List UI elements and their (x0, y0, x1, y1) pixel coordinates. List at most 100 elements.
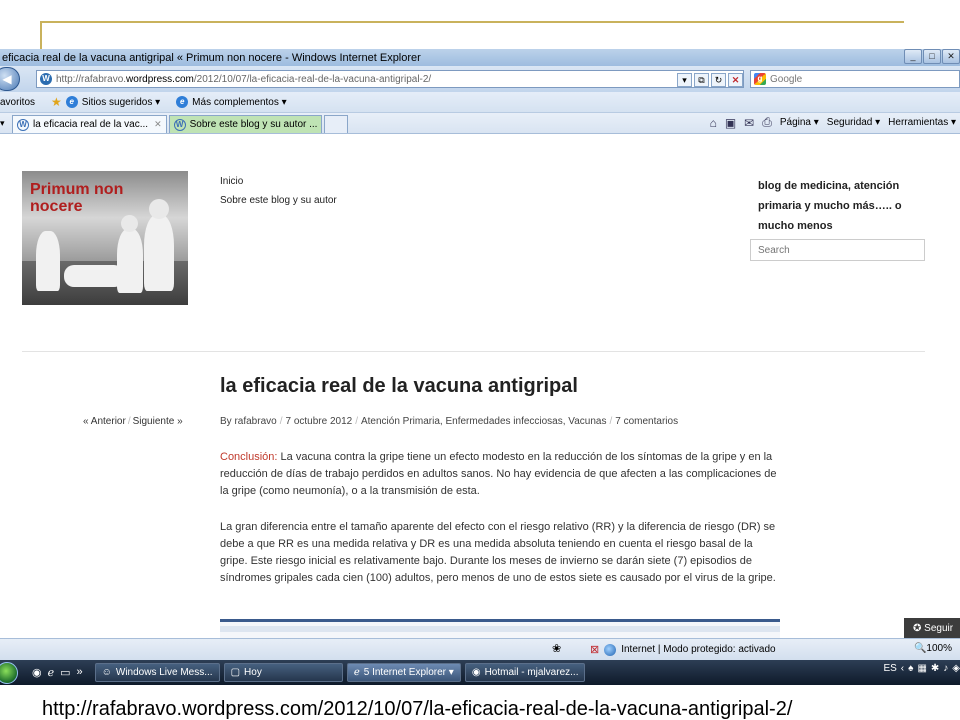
stop-icon[interactable]: ✕ (728, 73, 743, 87)
chrome-icon: ◉ (471, 667, 481, 678)
next-post-link[interactable]: Siguiente » (133, 416, 183, 427)
figure-nurse (144, 215, 174, 291)
new-tab-button[interactable] (324, 115, 349, 133)
window-title: eficacia real de la vacuna antigripal « … (2, 51, 421, 64)
favorites-label[interactable]: avoritos (0, 97, 35, 108)
chrome-icon[interactable]: ◉ (32, 666, 42, 679)
close-window-button[interactable]: ✕ (942, 49, 960, 64)
taskbar-messenger[interactable]: ☺ Windows Live Mess... (94, 663, 220, 682)
zoom-level[interactable]: 🔍100% (914, 643, 952, 654)
previous-post-link[interactable]: « Anterior (83, 416, 126, 427)
taskbar-internet-explorer[interactable]: ℯ5 Internet Explorer ▾ (346, 663, 461, 682)
tray-app-icon[interactable]: ♠ (908, 663, 913, 674)
blocked-icon: ⊠ (590, 644, 600, 656)
nav-inicio[interactable]: Inicio (220, 176, 243, 187)
minimize-button[interactable]: _ (904, 49, 922, 64)
quick-launch: ◉ ℯ ▭ » (32, 666, 83, 679)
decorative-line-top (40, 21, 904, 23)
post-paragraph-1: Conclusión: La vacuna contra la gripe ti… (220, 449, 780, 500)
system-tray: ES ‹ ♠ ▦ ✱ ♪ ◈ (883, 663, 960, 674)
nav-sobre-blog[interactable]: Sobre este blog y su autor (220, 195, 337, 206)
figure-head (149, 199, 169, 219)
mail-icon[interactable]: ✉ (744, 116, 754, 130)
post-meta: By rafabravo/7 octubre 2012/Atención Pri… (220, 416, 679, 427)
search-box[interactable]: g Google (750, 70, 960, 88)
ie-icon: e (65, 96, 78, 108)
slide: eficacia real de la vacuna antigripal « … (0, 0, 960, 720)
command-bar: ⌂ ▣ ✉ ⎙ Página ▾ Seguridad ▾ Herramienta… (710, 115, 956, 130)
web-page: Primum non nocere Inicio Sobre este blog… (0, 155, 960, 660)
tray-volume-icon[interactable]: ♪ (943, 663, 948, 674)
refresh-icon[interactable]: ↻ (711, 73, 726, 87)
post-comments[interactable]: 7 comentarios (615, 416, 678, 427)
post-paragraph-2: La gran diferencia entre el tamaño apare… (220, 521, 776, 584)
tray-bluetooth-icon[interactable]: ✱ (931, 663, 939, 674)
security-menu[interactable]: Seguridad ▾ (827, 117, 880, 128)
post-title[interactable]: la eficacia real de la vacuna antigripal (220, 375, 578, 398)
tab-list-icon[interactable]: ▾ (0, 115, 10, 131)
print-icon[interactable]: ⎙ (762, 115, 772, 130)
divider (22, 351, 925, 352)
slide-caption-url[interactable]: http://rafabravo.wordpress.com/2012/10/0… (42, 698, 792, 720)
ie-icon: ℯ (353, 667, 360, 678)
wordpress-icon: W (17, 118, 29, 131)
close-tab-icon[interactable]: ✕ (154, 119, 162, 130)
post-navigation: « Anterior / Siguiente » (83, 416, 183, 427)
decorative-line-left (40, 21, 42, 49)
back-button[interactable]: ◀ (0, 67, 20, 91)
rss-icon[interactable]: ▣ (725, 116, 736, 130)
post-date[interactable]: 7 octubre 2012 (285, 416, 352, 427)
conclusion-label: Conclusión: (220, 451, 278, 463)
language-indicator[interactable]: ES (883, 663, 896, 674)
protected-mode-text: Internet | Modo protegido: activado (621, 644, 776, 655)
wordpress-favicon-icon: W (40, 73, 52, 85)
address-row: ◀ W http://rafabravo. wordpress.com/2012/… (0, 66, 960, 92)
window-titlebar: eficacia real de la vacuna antigripal « … (0, 49, 960, 66)
site-search-input[interactable] (750, 239, 925, 261)
start-button[interactable] (0, 661, 18, 684)
tools-menu[interactable]: Herramientas ▾ (888, 117, 956, 128)
favorites-bar: avoritos ★ e Sitios sugeridos ▾ e Más co… (0, 92, 960, 113)
taskbar-hotmail[interactable]: ◉ Hotmail - mjalvarez... (464, 663, 586, 682)
tray-shield-icon[interactable]: ◈ (952, 663, 960, 674)
favorites-item-suggested[interactable]: e Sitios sugeridos ▾ (65, 96, 160, 108)
browser-screenshot: eficacia real de la vacuna antigripal « … (0, 49, 960, 685)
ie-quicklaunch-icon[interactable]: ℯ (48, 666, 55, 679)
tray-expand-icon[interactable]: ‹ (901, 663, 904, 674)
security-zone[interactable]: ⊠ Internet | Modo protegido: activado (590, 643, 776, 656)
expand-icon[interactable]: » (77, 666, 83, 679)
follow-button[interactable]: ✪ Seguir (904, 618, 960, 640)
tab-sobre-blog[interactable]: W Sobre este blog y su autor ... (168, 115, 323, 133)
site-name: Primum non nocere (30, 181, 124, 215)
header-image[interactable]: Primum non nocere (22, 171, 188, 305)
address-dropdown-icon[interactable]: ▾ (677, 73, 692, 87)
search-placeholder: Google (770, 73, 803, 85)
tab-eficacia[interactable]: W la eficacia real de la vac... ✕ (12, 115, 167, 133)
maximize-button[interactable]: □ (923, 49, 941, 64)
messenger-icon: ☺ (101, 667, 112, 678)
tab-label: Sobre este blog y su autor ... (189, 119, 318, 130)
page-menu[interactable]: Página ▾ (780, 117, 819, 128)
post-categories[interactable]: Atención Primaria, Enfermedades infeccio… (361, 416, 607, 427)
taskbar: ◉ ℯ ▭ » ☺ Windows Live Mess... ▢ Hoy ℯ5 In… (0, 660, 960, 685)
favorites-star-icon[interactable]: ★ (51, 95, 62, 109)
separator: / (127, 416, 131, 427)
post-author[interactable]: By rafabravo (220, 416, 277, 427)
figure-patient (64, 265, 124, 287)
favorites-item-addons[interactable]: e Más complementos ▾ (176, 96, 287, 108)
home-icon[interactable]: ⌂ (710, 116, 717, 130)
tray-network-icon[interactable]: ▦ (917, 663, 926, 674)
address-bar[interactable]: W http://rafabravo. wordpress.com/2012/10… (36, 70, 744, 88)
figure-nurse (36, 231, 60, 291)
site-tagline: blog de medicina, atención primaria y mu… (758, 180, 902, 232)
google-icon: g (754, 73, 766, 85)
status-bar: ❀ ⊠ Internet | Modo protegido: activado … (0, 638, 960, 660)
privacy-icon[interactable]: ❀ (552, 642, 561, 655)
compatibility-icon[interactable]: ⧉ (694, 73, 709, 87)
folder-icon[interactable]: ▭ (60, 666, 70, 679)
globe-icon (604, 643, 617, 656)
taskbar-hoy[interactable]: ▢ Hoy (223, 663, 343, 682)
window-icon: ▢ (230, 667, 241, 678)
figure-head (121, 215, 138, 232)
favorites-item-label: Más complementos ▾ (192, 96, 287, 108)
